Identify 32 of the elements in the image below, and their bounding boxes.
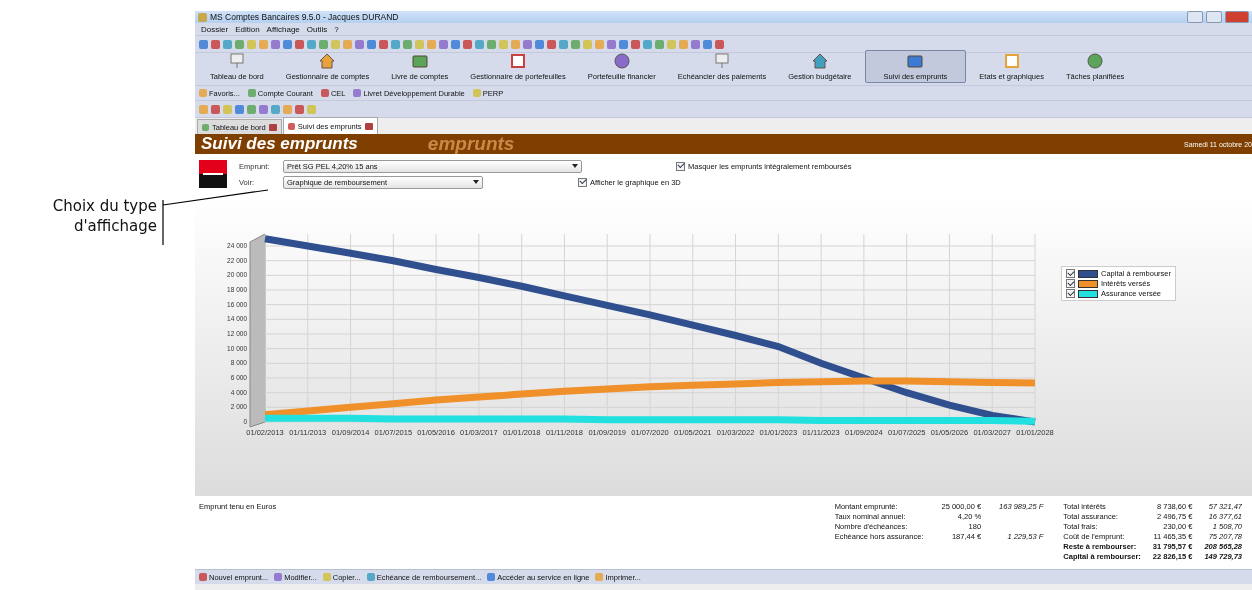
easel-icon (227, 52, 246, 70)
action-icon[interactable] (595, 573, 604, 581)
tab-close-icon[interactable] (268, 123, 277, 131)
minimize-button[interactable] (1187, 11, 1203, 23)
option-checkbox[interactable] (676, 161, 685, 171)
annotation-text: Choix du type d'affichage (51, 196, 157, 237)
app-icon (198, 12, 207, 22)
house-icon (318, 52, 337, 70)
action-icon[interactable] (322, 573, 331, 581)
legend-checkbox[interactable] (1066, 289, 1075, 298)
header-backdrop-text: emprunts (427, 134, 515, 154)
menu-item[interactable]: Affichage (266, 24, 300, 34)
page-title: Suivi des emprunts (201, 134, 358, 154)
menu-item[interactable]: ? (334, 24, 339, 34)
close-button[interactable] (1225, 11, 1249, 23)
menu-item[interactable]: Outils (306, 24, 328, 34)
action-icon[interactable] (366, 573, 375, 581)
maximize-button[interactable] (1206, 11, 1222, 23)
tab-icon[interactable] (202, 123, 209, 131)
tab-close-icon[interactable] (364, 122, 373, 130)
tab-icon[interactable] (287, 122, 295, 130)
legend-checkbox[interactable] (1066, 279, 1075, 288)
option-checkbox[interactable] (578, 177, 587, 187)
bank-logo-icon (199, 160, 227, 188)
menu-item[interactable]: Dossier (201, 24, 229, 34)
house-icon (906, 52, 925, 70)
window-title: MS Comptes Bancaires 9.5.0 - Jacques DURAND (210, 12, 399, 22)
menu-item[interactable]: Edition (235, 24, 260, 34)
legend-checkbox[interactable] (1066, 269, 1075, 278)
action-icon[interactable] (487, 573, 496, 581)
action-icon[interactable] (199, 573, 207, 581)
action-icon[interactable] (274, 573, 283, 581)
